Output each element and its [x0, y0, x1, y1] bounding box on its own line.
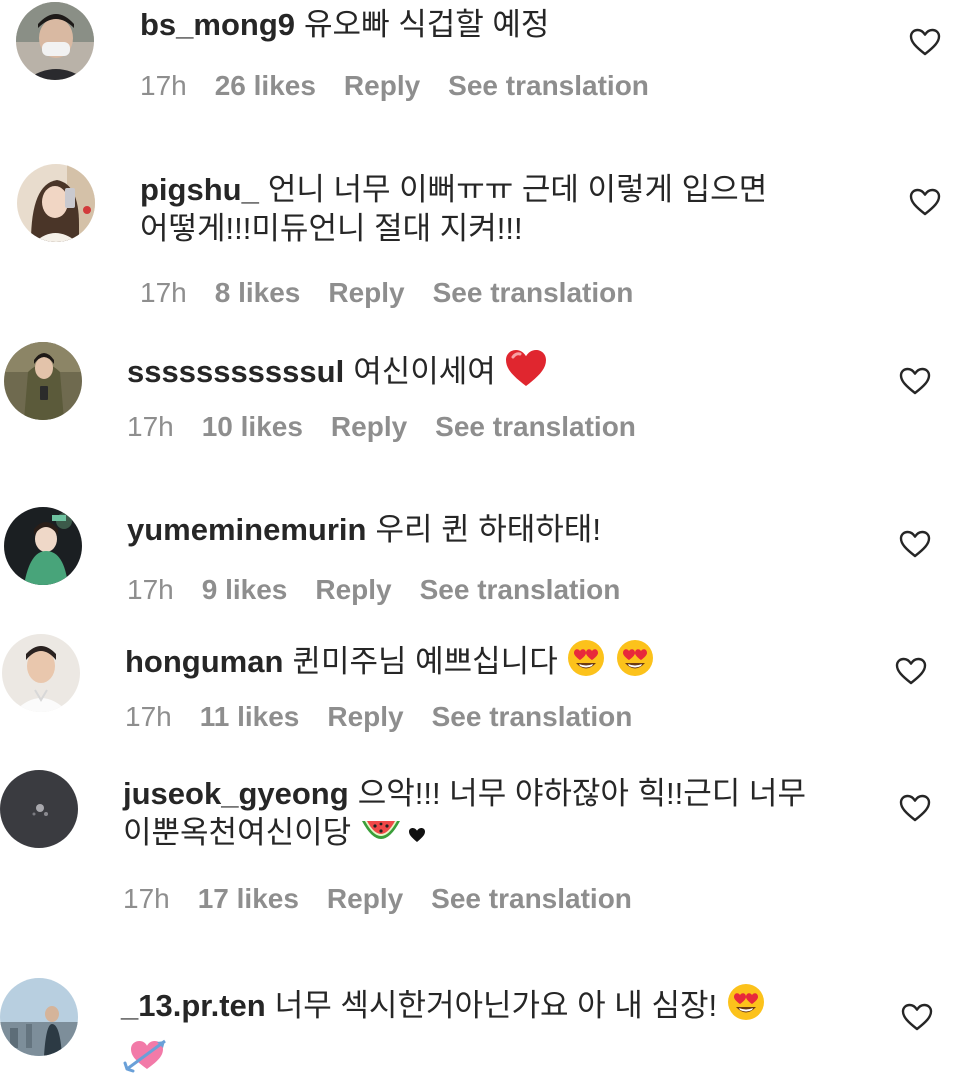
comment-meta: 17h 8 likes Reply See translation: [140, 276, 661, 310]
avatar[interactable]: [17, 164, 95, 242]
reply-button[interactable]: Reply: [327, 883, 403, 914]
comment-body: 퀸미주님 예쁘십니다: [292, 644, 558, 679]
comment-body: 우리 퀸 하태하태!: [375, 512, 601, 547]
comment-text: juseok_gyeong 으악!!! 너무 야하잖아 힉!!근디 너무 이뿐옥천…: [123, 774, 868, 858]
avatar[interactable]: [0, 978, 78, 1056]
like-heart-icon[interactable]: [900, 1002, 934, 1032]
like-heart-icon[interactable]: [894, 656, 928, 686]
reply-button[interactable]: Reply: [327, 701, 403, 732]
comment-meta: 17h 9 likes Reply See translation: [127, 573, 648, 607]
heart-eyes-emoji-icon: [566, 638, 606, 687]
reply-button[interactable]: Reply: [328, 277, 404, 308]
comment-body: 유오빠 식겁할 예정: [304, 7, 550, 42]
comment-body: 여신이세여: [353, 354, 496, 389]
comment-username[interactable]: sssssssssssul: [127, 354, 344, 389]
heart-eyes-emoji-icon: [726, 982, 766, 1031]
comment-username[interactable]: juseok_gyeong: [123, 776, 349, 811]
comment-username[interactable]: honguman: [125, 644, 283, 679]
like-heart-icon[interactable]: [898, 793, 932, 823]
like-heart-icon[interactable]: [908, 27, 942, 57]
comment-text: yumeminemurin 우리 퀸 하태하태!: [127, 510, 887, 549]
red-heart-emoji-icon: [504, 348, 548, 397]
see-translation-button[interactable]: See translation: [435, 411, 636, 442]
see-translation-button[interactable]: See translation: [431, 883, 632, 914]
like-heart-icon[interactable]: [908, 187, 942, 217]
reply-button[interactable]: Reply: [331, 411, 407, 442]
comment-time: 17h: [140, 70, 187, 101]
comment-likes[interactable]: 26 likes: [215, 70, 316, 101]
like-heart-icon[interactable]: [898, 529, 932, 559]
avatar[interactable]: [16, 2, 94, 80]
comment-likes[interactable]: 9 likes: [202, 574, 288, 605]
comment-text: honguman 퀸미주님 예쁘십니다: [125, 638, 885, 687]
see-translation-button[interactable]: See translation: [433, 277, 634, 308]
reply-button[interactable]: Reply: [315, 574, 391, 605]
avatar[interactable]: [2, 634, 80, 712]
avatar[interactable]: [0, 770, 78, 848]
comment-time: 17h: [125, 701, 172, 732]
comment-meta: 17h 17 likes Reply See translation: [123, 882, 660, 916]
black-heart-emoji-icon: [408, 813, 426, 852]
comment-text: _13.pr.ten 너무 섹시한거아닌가요 아 내 심장!: [121, 982, 881, 1082]
comment-username[interactable]: bs_mong9: [140, 7, 295, 42]
comment-likes[interactable]: 11 likes: [200, 701, 300, 732]
comment-username[interactable]: _13.pr.ten: [121, 988, 266, 1023]
comment-likes[interactable]: 8 likes: [215, 277, 301, 308]
comment-text: pigshu_ 언니 너무 이뻐ㅠㅠ 근데 이렇게 입으면 어떻게!!!미듀언니 …: [140, 170, 880, 248]
comment-time: 17h: [127, 574, 174, 605]
comment-likes[interactable]: 17 likes: [198, 883, 299, 914]
comment-meta: 17h 26 likes Reply See translation: [140, 69, 677, 103]
comment-time: 17h: [123, 883, 170, 914]
comment-meta: 17h 10 likes Reply See translation: [127, 410, 664, 444]
comment-text: sssssssssssul 여신이세여: [127, 348, 887, 397]
see-translation-button[interactable]: See translation: [420, 574, 621, 605]
reply-button[interactable]: Reply: [344, 70, 420, 101]
comment-body: 너무 섹시한거아닌가요 아 내 심장!: [274, 988, 718, 1023]
comment-text: bs_mong9 유오빠 식겁할 예정: [140, 5, 880, 44]
comment-meta: 17h 11 likes Reply See translation: [125, 700, 660, 734]
heart-eyes-emoji-icon: [615, 638, 655, 687]
comment-username[interactable]: pigshu_: [140, 172, 259, 207]
avatar[interactable]: [4, 507, 82, 585]
comment-username[interactable]: yumeminemurin: [127, 512, 366, 547]
see-translation-button[interactable]: See translation: [432, 701, 633, 732]
comment-time: 17h: [140, 277, 187, 308]
watermelon-emoji-icon: [360, 817, 402, 858]
avatar[interactable]: [4, 342, 82, 420]
comment-likes[interactable]: 10 likes: [202, 411, 303, 442]
heart-with-arrow-emoji-icon: [123, 1035, 881, 1082]
like-heart-icon[interactable]: [898, 366, 932, 396]
comment-time: 17h: [127, 411, 174, 442]
see-translation-button[interactable]: See translation: [448, 70, 649, 101]
